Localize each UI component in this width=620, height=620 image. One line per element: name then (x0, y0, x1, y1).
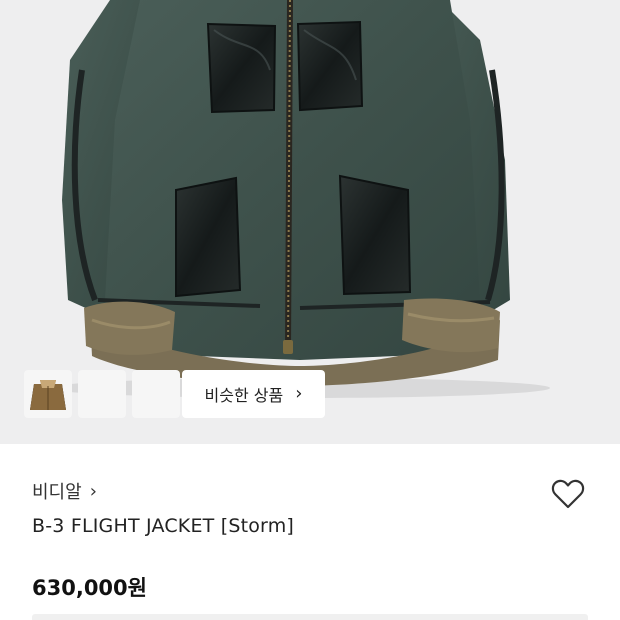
thumbnail-strip (24, 370, 180, 418)
product-price: 630,000원 (32, 576, 147, 600)
bottom-panel-edge (32, 614, 588, 620)
brand-link[interactable]: 비디알 › (32, 478, 97, 504)
chevron-right-icon: › (89, 480, 97, 502)
similar-products-label: 비슷한 상품 (204, 386, 284, 405)
thumbnail-navy-jacket[interactable] (30, 370, 126, 418)
product-title: B-3 FLIGHT JACKET [Storm] (32, 515, 295, 537)
brand-name: 비디알 (32, 482, 82, 503)
chevron-right-icon: › (295, 383, 303, 404)
heart-outline-icon[interactable] (548, 474, 588, 514)
thumbnail-brown-jacket[interactable] (30, 370, 180, 418)
product-image[interactable]: 비슷한 상품 › (0, 0, 620, 444)
similar-products-button[interactable]: 비슷한 상품 › (182, 370, 325, 418)
